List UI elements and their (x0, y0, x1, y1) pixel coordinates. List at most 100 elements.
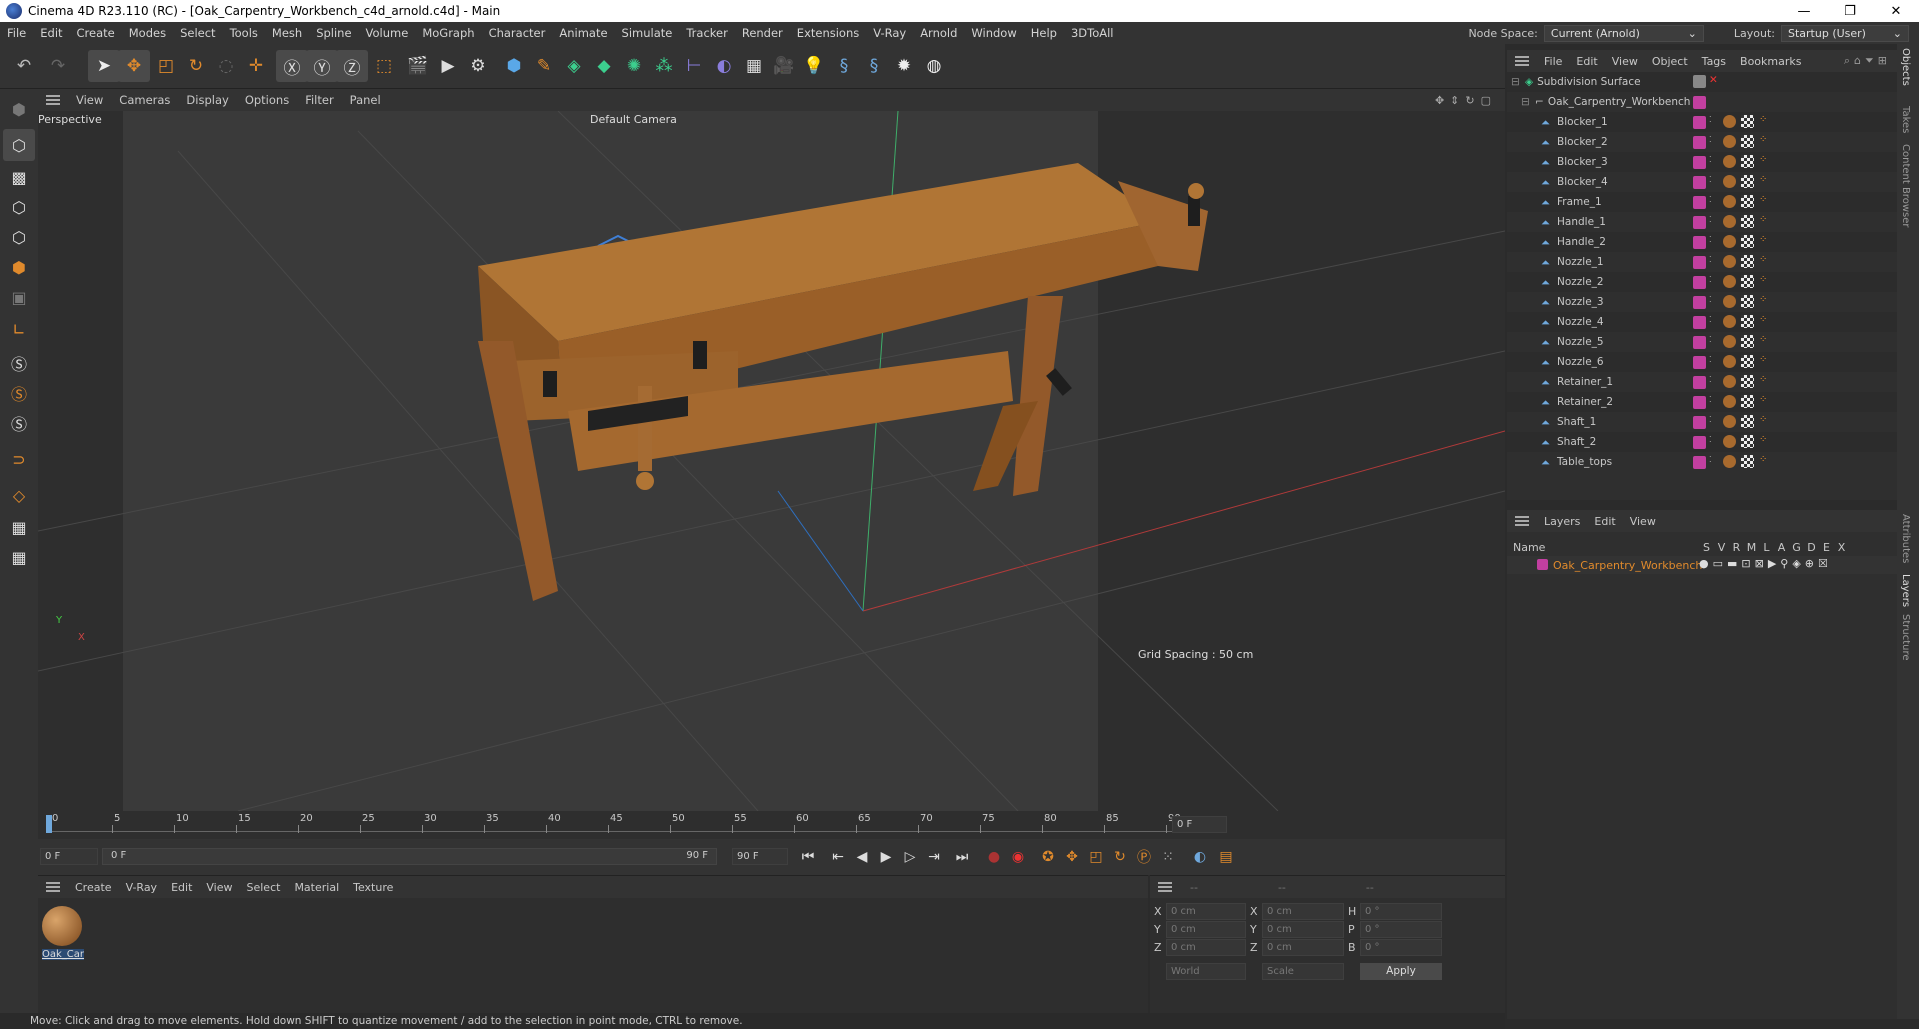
layers-menu-layers[interactable]: Layers (1537, 515, 1587, 528)
layer-toggle-icons[interactable]: ●▭▬⊡⊠▶⚲◈⊕☒ (1699, 557, 1832, 570)
phong-tag-icon[interactable]: ⁘ (1759, 334, 1767, 345)
texture-tag-icon[interactable] (1741, 175, 1754, 188)
material-tag-icon[interactable] (1723, 155, 1736, 168)
settings-gear-icon[interactable]: ✹ (888, 50, 920, 82)
material-menu-select[interactable]: Select (240, 881, 288, 894)
object-row[interactable]: ⏶ Frame_1 ⁚ ⁘ (1507, 192, 1897, 212)
previous-key-icon[interactable]: ⇤ (826, 845, 850, 869)
menu-spline[interactable]: Spline (309, 26, 358, 40)
viewport-menu-view[interactable]: View (68, 93, 111, 107)
phong-tag-icon[interactable]: ⁘ (1759, 134, 1767, 145)
menu-help[interactable]: Help (1024, 26, 1064, 40)
layer-color-tag[interactable] (1693, 376, 1706, 389)
axis-mode-icon[interactable]: ∟ (3, 313, 35, 345)
camera-label[interactable]: Default Camera (590, 111, 677, 126)
visibility-dots-icon[interactable]: ⁚ (1709, 175, 1712, 184)
select-tool-icon[interactable]: ➤ (88, 50, 120, 82)
material-tag-icon[interactable] (1723, 255, 1736, 268)
material-tag-icon[interactable] (1723, 135, 1736, 148)
object-row[interactable]: ⏶ Blocker_4 ⁚ ⁘ (1507, 172, 1897, 192)
next-key-icon[interactable]: ⇥ (922, 845, 946, 869)
timeline-ruler[interactable]: 051015202530354045505560657075808590 0 F (38, 811, 1505, 839)
tab-attributes[interactable]: Attributes (1900, 514, 1911, 563)
texture-tag-icon[interactable] (1741, 455, 1754, 468)
object-row[interactable]: ⏶ Retainer_2 ⁚ ⁘ (1507, 392, 1897, 412)
objects-menu-tags[interactable]: Tags (1695, 55, 1733, 68)
material-tag-icon[interactable] (1723, 235, 1736, 248)
texture-tag-icon[interactable] (1741, 395, 1754, 408)
object-row[interactable]: ⏶ Handle_2 ⁚ ⁘ (1507, 232, 1897, 252)
render-settings-icon[interactable]: ⚙ (462, 50, 494, 82)
visibility-dots-icon[interactable]: ⁚ (1709, 415, 1712, 424)
menu-tracker[interactable]: Tracker (679, 26, 735, 40)
layer-color-swatch[interactable] (1537, 559, 1548, 570)
menu-mograph[interactable]: MoGraph (415, 26, 481, 40)
phong-tag-icon[interactable]: ⁘ (1759, 454, 1767, 465)
visibility-dots-icon[interactable]: ⁚ (1709, 215, 1712, 224)
phong-tag-icon[interactable]: ⁘ (1759, 374, 1767, 385)
layer-color-tag[interactable] (1693, 216, 1706, 229)
uv-mode-icon[interactable]: ▣ (3, 281, 35, 313)
autokey-icon[interactable]: ◉ (1006, 845, 1030, 869)
menu-animate[interactable]: Animate (552, 26, 614, 40)
viewport-menu-display[interactable]: Display (178, 93, 236, 107)
phong-tag-icon[interactable]: ⁘ (1759, 254, 1767, 265)
tab-content-browser[interactable]: Content Browser (1900, 144, 1911, 227)
key-position-icon[interactable]: ✥ (1060, 845, 1084, 869)
render-picture-viewer-icon[interactable]: ▶ (432, 50, 464, 82)
visibility-dots-icon[interactable]: ⁚ (1709, 275, 1712, 284)
disabled-x-icon[interactable]: ✕ (1709, 74, 1718, 86)
recent-tool-icon[interactable]: ◌ (210, 50, 242, 82)
phong-tag-icon[interactable]: ⁘ (1759, 114, 1767, 125)
polygon-mode-icon[interactable]: ⬢ (3, 251, 35, 283)
objects-search-filter-icons[interactable]: ⌕⌂⏷⊞ (1844, 54, 1897, 68)
key-rotation-icon[interactable]: ↻ (1108, 845, 1132, 869)
node-space-dropdown[interactable]: Current (Arnold) ⌄ (1543, 24, 1704, 42)
coordinate-system-icon[interactable]: ⬚ (368, 50, 400, 82)
layer-col-g[interactable]: G (1789, 541, 1804, 554)
layer-color-tag[interactable] (1693, 296, 1706, 309)
visibility-dots-icon[interactable]: ⁚ (1709, 355, 1712, 364)
layer-color-tag[interactable] (1693, 96, 1706, 109)
texture-tag-icon[interactable] (1741, 435, 1754, 448)
material-menu-vray[interactable]: V-Ray (119, 881, 165, 894)
visibility-dots-icon[interactable]: ⁚ (1709, 135, 1712, 144)
layer-color-tag[interactable] (1693, 116, 1706, 129)
cube-primitive-icon[interactable]: ⬢ (498, 50, 530, 82)
menu-character[interactable]: Character (482, 26, 553, 40)
layers-menu-edit[interactable]: Edit (1587, 515, 1622, 528)
coord-size-x-field[interactable]: 0 cm (1262, 903, 1344, 920)
menu-mesh[interactable]: Mesh (265, 26, 309, 40)
visibility-dots-icon[interactable]: ⁚ (1709, 375, 1712, 384)
layer-row[interactable]: Oak_Carpentry_Workbench ●▭▬⊡⊠▶⚲◈⊕☒ (1507, 556, 1897, 574)
point-mode-icon[interactable]: ⬡ (3, 191, 35, 223)
field-icon[interactable]: ◐ (708, 50, 740, 82)
menu-tools[interactable]: Tools (223, 26, 265, 40)
objects-menu-file[interactable]: File (1537, 55, 1569, 68)
texture-tag-icon[interactable] (1741, 195, 1754, 208)
layer-color-tag[interactable] (1693, 416, 1706, 429)
end-frame-field[interactable]: 90 F (732, 848, 788, 865)
texture-tag-icon[interactable] (1741, 235, 1754, 248)
keyframe-selection-icon[interactable]: ✪ (1036, 845, 1060, 869)
mograph-cloner-icon[interactable]: ✺ (618, 50, 650, 82)
go-to-end-icon[interactable]: ⏭ (950, 845, 974, 869)
visibility-dots-icon[interactable]: ⁚ (1709, 395, 1712, 404)
key-pla-icon[interactable]: ⁙ (1156, 845, 1180, 869)
undo-icon[interactable]: ↶ (8, 50, 40, 82)
object-row[interactable]: ⏶ Blocker_2 ⁚ ⁘ (1507, 132, 1897, 152)
layer-color-tag[interactable] (1693, 396, 1706, 409)
objects-menu-hamburger-icon[interactable] (1515, 56, 1529, 66)
layer-color-tag[interactable] (1693, 356, 1706, 369)
coord-rot-b-field[interactable]: 0 ° (1360, 939, 1442, 956)
floor-icon[interactable]: ▦ (738, 50, 770, 82)
material-tag-icon[interactable] (1723, 275, 1736, 288)
object-row[interactable]: ⏶ Retainer_1 ⁚ ⁘ (1507, 372, 1897, 392)
minimize-button[interactable]: — (1781, 4, 1827, 19)
deformer-icon[interactable]: ⊢ (678, 50, 710, 82)
start-frame-field[interactable]: 0 F (40, 848, 98, 865)
key-param-icon[interactable]: Ⓟ (1132, 845, 1156, 869)
axis-tool-icon[interactable]: ✛ (240, 50, 272, 82)
model-mode-icon[interactable]: ⬡ (3, 129, 35, 161)
phong-tag-icon[interactable]: ⁘ (1759, 314, 1767, 325)
